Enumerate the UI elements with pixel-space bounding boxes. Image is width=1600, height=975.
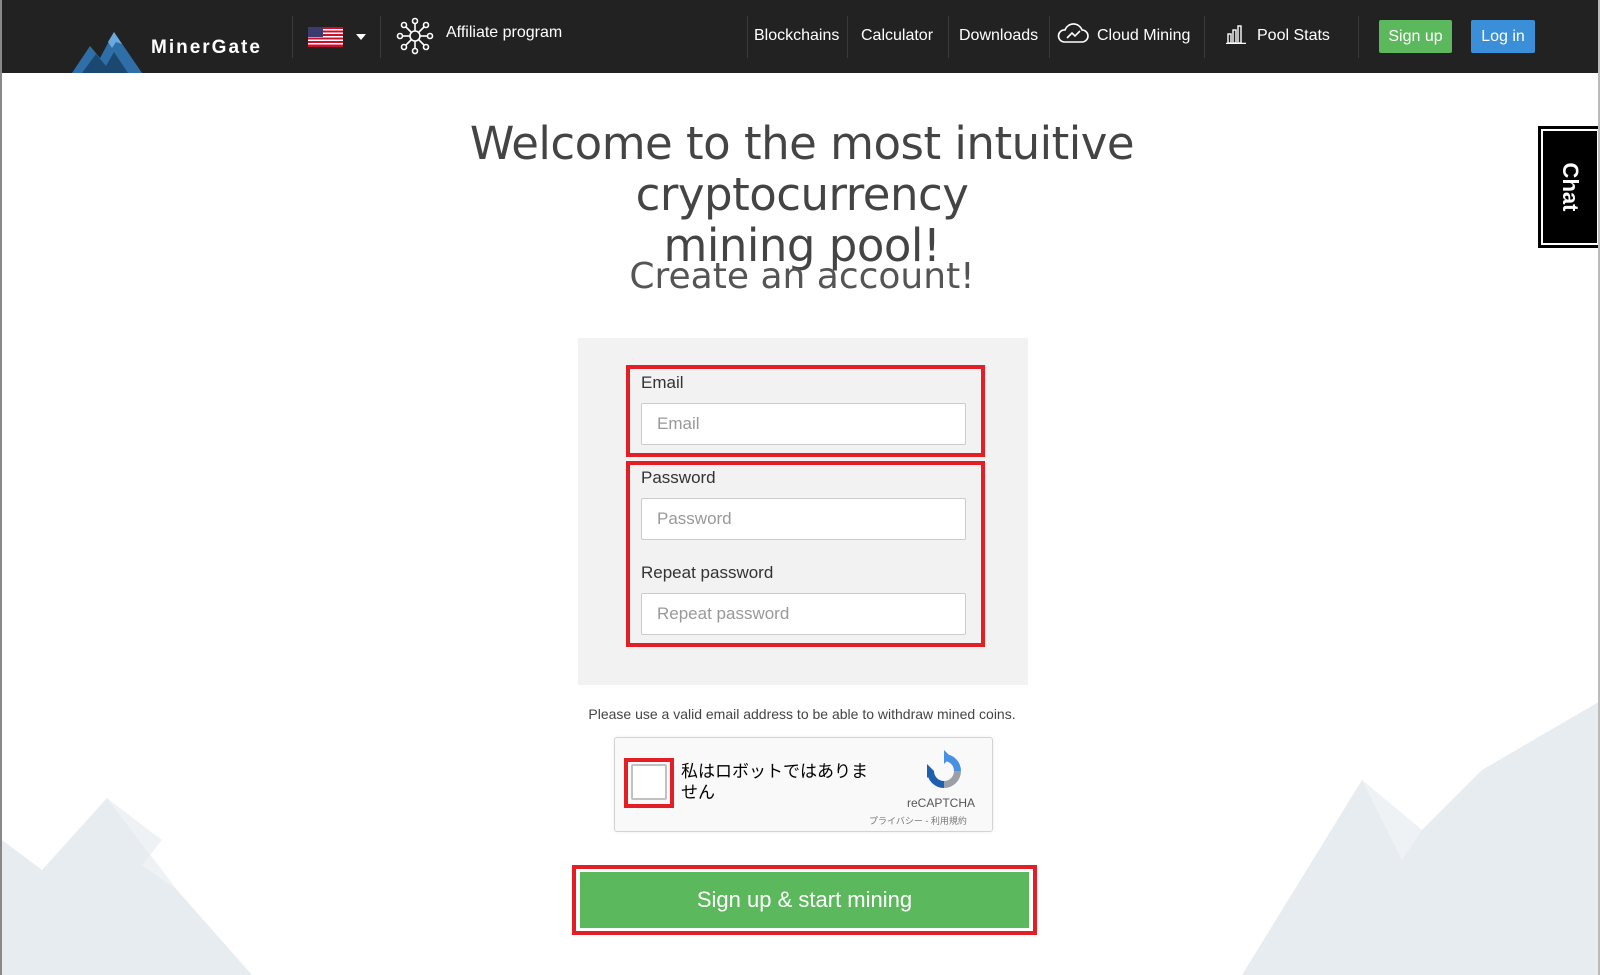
cloud-icon: [1057, 23, 1089, 43]
password-input[interactable]: [641, 498, 966, 540]
repeat-password-input[interactable]: [641, 593, 966, 635]
password-label: Password: [641, 468, 716, 487]
nav-divider: [380, 16, 381, 58]
email-label: Email: [641, 373, 684, 392]
page-root: MinerGate Affiliate program Blockchains …: [0, 0, 1600, 975]
nav-divider: [1204, 16, 1205, 58]
nav-link-cloud-mining[interactable]: Cloud Mining: [1097, 27, 1190, 45]
page-headline: Welcome to the most intuitive cryptocurr…: [332, 118, 1272, 271]
affiliate-program-link[interactable]: Affiliate program: [446, 24, 562, 42]
signup-button[interactable]: Sign up: [1379, 20, 1452, 53]
recaptcha-logo-icon: [927, 750, 961, 788]
nav-divider: [747, 16, 748, 58]
affiliate-network-icon: [396, 17, 434, 55]
recaptcha-terms-link[interactable]: プライバシー - 利用規約: [869, 814, 967, 827]
bar-chart-icon: [1226, 25, 1246, 44]
recaptcha-text: 私はロボットではありません: [681, 762, 868, 803]
recaptcha-brand: reCAPTCHA: [907, 796, 976, 810]
login-button[interactable]: Log in: [1471, 20, 1535, 53]
nav-divider: [1049, 16, 1050, 58]
page-subheading: Create an account!: [629, 256, 975, 297]
nav-link-blockchains[interactable]: Blockchains: [754, 27, 839, 45]
brand-name[interactable]: MinerGate: [151, 37, 262, 59]
chat-tab[interactable]: Chat: [1538, 126, 1598, 248]
nav-divider: [847, 16, 848, 58]
language-dropdown-chevron-icon[interactable]: [356, 34, 366, 40]
minergate-logo-icon[interactable]: [72, 30, 152, 73]
repeat-password-label: Repeat password: [641, 563, 774, 582]
nav-link-calculator[interactable]: Calculator: [861, 27, 933, 45]
nav-divider: [948, 16, 949, 58]
headline-line-1: Welcome to the most intuitive cryptocurr…: [469, 117, 1135, 221]
nav-divider: [292, 16, 293, 58]
chat-label: Chat: [1558, 162, 1583, 212]
nav-divider: [1358, 16, 1359, 58]
email-validity-note: Please use a valid email address to be a…: [588, 706, 1016, 722]
recaptcha-highlight-box: [624, 758, 674, 808]
signup-start-mining-button[interactable]: Sign up & start mining: [580, 872, 1029, 928]
top-navbar: MinerGate Affiliate program Blockchains …: [2, 0, 1598, 73]
nav-link-downloads[interactable]: Downloads: [959, 27, 1038, 45]
us-flag-icon[interactable]: [308, 27, 343, 47]
nav-link-pool-stats[interactable]: Pool Stats: [1257, 27, 1330, 45]
recaptcha-widget: 私はロボットではありません reCAPTCHA プライバシー - 利用規約: [614, 737, 993, 832]
email-input[interactable]: [641, 403, 966, 445]
